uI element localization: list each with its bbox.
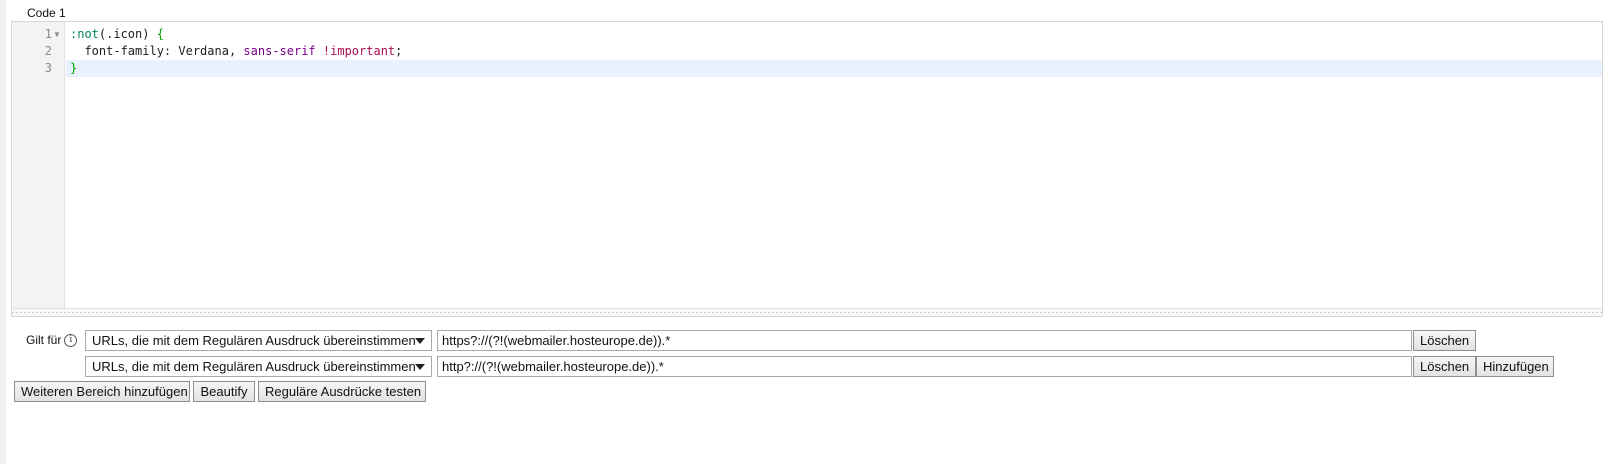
code-token: !important (322, 44, 396, 58)
left-rail (0, 0, 6, 464)
line-number: 3 (44, 61, 52, 75)
chevron-down-icon (415, 364, 425, 370)
code-token: { (156, 27, 164, 41)
userstyle-editor-page: Code 1 1 ▼ 2 3 :not(.icon) { font-family… (0, 0, 1614, 464)
beautify-button[interactable]: Beautify (193, 381, 255, 402)
code-token: sans-serif (243, 44, 316, 58)
rule-type-select[interactable]: URLs, die mit dem Regulären Ausdruck übe… (85, 356, 432, 377)
code-line[interactable]: } (66, 60, 1602, 77)
test-regex-button[interactable]: Reguläre Ausdrücke testen (258, 381, 426, 402)
code-section-heading: Code 1 (27, 6, 66, 20)
applies-to-label: Gilt für i (26, 333, 78, 347)
applies-to-text: Gilt für (26, 333, 62, 347)
delete-rule-button[interactable]: Löschen (1413, 330, 1476, 351)
fold-triangle-icon[interactable]: ▼ (53, 26, 61, 43)
code-text-area[interactable]: :not(.icon) { font-family: Verdana, sans… (66, 22, 1602, 310)
code-line[interactable]: font-family: Verdana, sans-serif !import… (66, 43, 1602, 60)
editor-resize-handle[interactable] (12, 308, 1602, 316)
line-number-gutter: 1 ▼ 2 3 (12, 22, 65, 310)
rule-type-select[interactable]: URLs, die mit dem Regulären Ausdruck übe… (85, 330, 432, 351)
line-number: 1 (44, 27, 52, 41)
line-number: 2 (44, 44, 52, 58)
add-rule-button[interactable]: Hinzufügen (1476, 356, 1554, 377)
code-token: : Verdana, (163, 44, 244, 58)
code-token: (.icon) (98, 27, 157, 41)
code-editor[interactable]: 1 ▼ 2 3 :not(.icon) { font-family: Verda… (11, 21, 1603, 317)
code-token: font-family (70, 44, 164, 58)
code-token: :not (70, 27, 99, 41)
code-token: ; (395, 44, 403, 58)
info-icon[interactable]: i (64, 333, 78, 347)
code-line[interactable]: :not(.icon) { (66, 26, 1602, 43)
delete-rule-button[interactable]: Löschen (1413, 356, 1476, 377)
rule-type-selected: URLs, die mit dem Regulären Ausdruck übe… (92, 333, 416, 348)
add-section-button[interactable]: Weiteren Bereich hinzufügen (14, 381, 190, 402)
chevron-down-icon (415, 338, 425, 344)
rule-regex-input[interactable] (437, 330, 1412, 351)
rule-type-selected: URLs, die mit dem Regulären Ausdruck übe… (92, 359, 416, 374)
code-token: } (70, 61, 78, 75)
rule-regex-input[interactable] (437, 356, 1412, 377)
